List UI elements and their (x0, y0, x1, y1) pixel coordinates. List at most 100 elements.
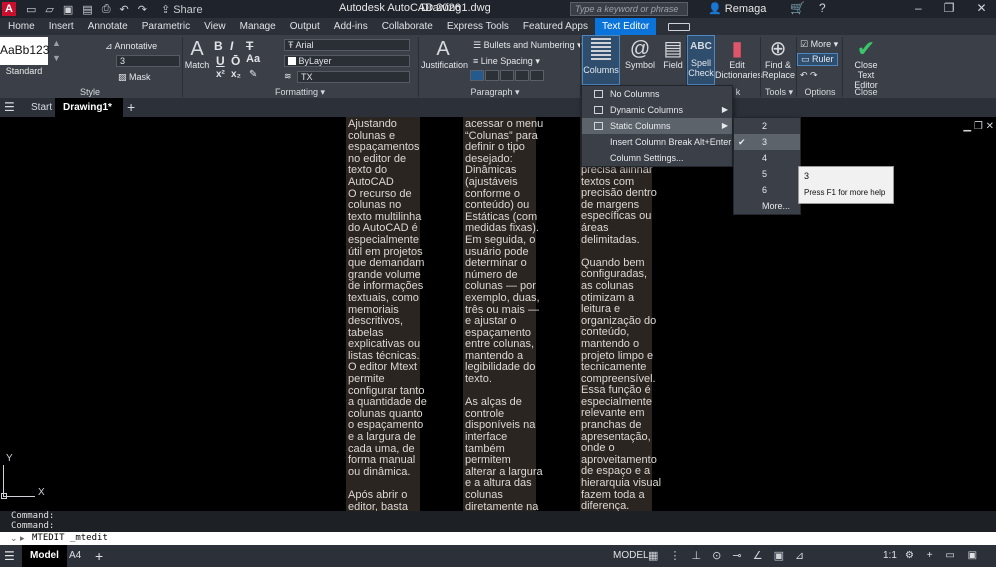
tab-drawing[interactable]: Drawing1* ✕ (55, 98, 123, 132)
align-right-icon[interactable] (500, 70, 514, 81)
align-distribute-icon[interactable] (530, 70, 544, 81)
user-account[interactable]: 👤 Remaga (708, 2, 766, 15)
menu-item-cols-5[interactable]: 5 (734, 166, 800, 182)
command-input[interactable]: MTEDIT _mtedit (32, 532, 108, 545)
strikethrough-button[interactable]: T (246, 39, 253, 53)
tab-insert[interactable]: Insert (42, 18, 81, 35)
symbol-button[interactable]: @ Symbol (624, 38, 656, 70)
tab-view[interactable]: View (197, 18, 233, 35)
menu-item-dynamic-columns[interactable]: Dynamic Columns ▶ (582, 102, 732, 118)
tab-featured-apps[interactable]: Featured Apps (516, 18, 595, 35)
command-line[interactable]: ⌄ ▸ MTEDIT _mtedit (0, 532, 996, 545)
undo-icon[interactable]: ↶ (120, 3, 129, 16)
font-select[interactable]: Ŧ Arial (284, 39, 410, 51)
subscript-icon[interactable]: x₂ (231, 69, 241, 80)
menu-item-insert-column-break[interactable]: Insert Column Break Alt+Enter (582, 134, 732, 150)
cart-icon[interactable]: 🛒 (790, 1, 805, 15)
justification-button[interactable]: A Justification (421, 38, 468, 70)
menu-item-cols-more[interactable]: More... (734, 198, 800, 214)
menu-item-cols-4[interactable]: 4 (734, 150, 800, 166)
tab-start[interactable]: Start (24, 98, 59, 117)
plot-icon[interactable]: ⎙ (102, 3, 111, 16)
more-button[interactable]: ☑ More ▾ (800, 39, 838, 50)
spell-check-button[interactable]: ABC Spell Check (687, 35, 715, 85)
close-text-editor-button[interactable]: ✔ Close Text Editor (845, 38, 887, 91)
erase-format-icon[interactable]: ✎ (249, 69, 257, 80)
redo-icon[interactable]: ↷ (138, 3, 147, 16)
minimize-icon[interactable]: – (915, 1, 922, 15)
new-layout-icon[interactable]: + (95, 545, 103, 567)
tab-add-ins[interactable]: Add-ins (327, 18, 375, 35)
text-height-input[interactable]: 3 (116, 55, 180, 67)
menu-item-column-settings[interactable]: Column Settings... (582, 150, 732, 166)
share-button[interactable]: ⇪ Share (161, 3, 203, 16)
tab-layout-a4[interactable]: A4 (69, 545, 81, 567)
tab-text-editor[interactable]: Text Editor (594, 18, 657, 35)
bullets-numbering-button[interactable]: ☰ Bullets and Numbering ▾ (473, 40, 582, 51)
underline-button[interactable]: U (216, 54, 225, 68)
tab-parametric[interactable]: Parametric (135, 18, 197, 35)
help-icon[interactable]: ? (819, 1, 826, 15)
edit-dictionaries-button[interactable]: ▮ Edit Dictionaries (715, 38, 762, 80)
color-select[interactable]: ByLayer (284, 55, 410, 67)
line-spacing-button[interactable]: ≡ Line Spacing ▾ (473, 56, 540, 67)
open-folder-icon[interactable]: ▱ (45, 3, 53, 16)
tab-collaborate[interactable]: Collaborate (375, 18, 440, 35)
maximize-icon[interactable]: ❐ (944, 1, 955, 15)
text-column-3[interactable]: precisa alinhar textos com precisão dent… (581, 164, 661, 512)
new-file-icon[interactable]: ▭ (26, 3, 36, 16)
panel-paragraph-label[interactable]: Paragraph ▾ (460, 87, 530, 98)
history-line: Command: (11, 511, 55, 521)
mask-button[interactable]: ▨ Mask (118, 72, 151, 83)
close-icon[interactable]: ✕ (976, 1, 986, 15)
menu-item-no-columns[interactable]: No Columns (582, 86, 732, 102)
case-icon[interactable]: Aa (246, 53, 260, 65)
gallery-down-icon[interactable]: ▼ (52, 53, 61, 63)
new-tab-icon[interactable]: + (127, 98, 135, 117)
text-column-2[interactable]: acessar o menu “Colunas” para definir o … (465, 118, 543, 512)
layout-menu-icon[interactable]: ☰ (4, 545, 15, 567)
menu-item-cols-6[interactable]: 6 (734, 182, 800, 198)
align-left-icon[interactable] (470, 70, 484, 81)
menu-item-cols-3[interactable]: ✔ 3 (734, 134, 800, 150)
overline-button[interactable]: Ō (231, 54, 240, 68)
status-tools-right[interactable]: ⚙ + ▭ ▣ ☰ (905, 545, 996, 567)
ruler-button[interactable]: ▭ Ruler (797, 53, 838, 66)
tab-manage[interactable]: Manage (233, 18, 283, 35)
tab-home[interactable]: Home (1, 18, 42, 35)
tab-annotate[interactable]: Annotate (81, 18, 135, 35)
text-style-gallery[interactable]: AaBb123 Standard (0, 37, 49, 77)
annotation-scale[interactable]: 1:1 (883, 545, 897, 567)
align-justify-icon[interactable] (515, 70, 529, 81)
align-center-icon[interactable] (485, 70, 499, 81)
italic-button[interactable]: I (230, 39, 233, 53)
menu-hamburger-icon[interactable]: ☰ (4, 98, 15, 117)
field-button[interactable]: ▤ Field (660, 38, 686, 70)
ribbon-toggle-icon[interactable] (668, 22, 691, 31)
panel-formatting-label[interactable]: Formatting ▾ (260, 87, 340, 98)
menu-item-cols-2[interactable]: 2 (734, 118, 800, 134)
panel-tools-label[interactable]: Tools ▾ (763, 87, 795, 98)
tab-output[interactable]: Output (283, 18, 327, 35)
viewport-controls[interactable]: ▁ ❐ ✕ (963, 121, 994, 132)
status-tools[interactable]: ▦ ⋮ ⊥ ⊙ ⊸ ∠ ▣ ⊿ (648, 545, 808, 567)
bold-button[interactable]: B (214, 39, 223, 53)
text-size-icon[interactable]: x² (216, 69, 225, 80)
columns-button[interactable]: Columns (582, 35, 620, 85)
search-input[interactable]: Type a keyword or phrase (570, 2, 688, 16)
background-mask-select[interactable]: TX (297, 71, 410, 83)
save-as-icon[interactable]: ▤ (82, 3, 92, 16)
autocad-logo[interactable]: A (2, 2, 16, 16)
command-customize-icon[interactable]: ⌄ ▸ (10, 532, 25, 545)
save-icon[interactable]: ▣ (63, 3, 73, 16)
menu-item-static-columns[interactable]: Static Columns ▶ (582, 118, 732, 134)
gallery-up-icon[interactable]: ▲ (52, 38, 61, 48)
annotative-button[interactable]: ⊿ Annotative (105, 41, 157, 52)
tab-express-tools[interactable]: Express Tools (440, 18, 516, 35)
undo-options-icon[interactable]: ↶ ↷ (800, 70, 818, 81)
match-button[interactable]: A Match (184, 38, 210, 70)
tab-model[interactable]: Model (22, 545, 67, 567)
text-column-1[interactable]: Ajustando colunas e espaçamentos no edit… (348, 118, 427, 512)
find-replace-button[interactable]: ⊕ Find & Replace (762, 38, 795, 80)
model-space-button[interactable]: MODEL (613, 545, 649, 567)
